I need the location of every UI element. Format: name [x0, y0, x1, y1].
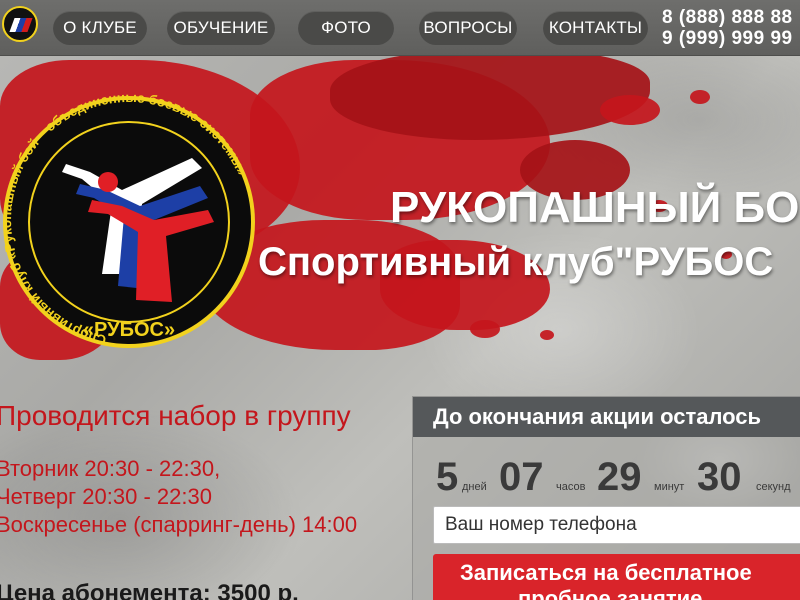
phone-number-2[interactable]: 9 (999) 999 99 — [662, 28, 793, 49]
hero-subtitle: Спортивный клуб"РУБОС — [258, 240, 774, 284]
nav-about[interactable]: О КЛУБЕ — [53, 11, 147, 45]
emblem-name: «РУБОС» — [83, 319, 175, 341]
schedule-line: Вторник 20:30 - 22:30, — [0, 456, 221, 481]
phone-numbers: 8 (888) 888 88 9 (999) 999 99 — [662, 7, 793, 49]
countdown-seconds: 30 — [697, 455, 742, 499]
promo-header: До окончания акции осталось — [413, 397, 800, 437]
cta-label-line2: пробное занятие — [518, 586, 703, 600]
subscription-price: Цена абонемента: 3500 р. — [0, 580, 299, 600]
hero-title: РУКОПАШНЫЙ БОЙ — [390, 183, 800, 232]
phone-number-1[interactable]: 8 (888) 888 88 — [662, 7, 793, 28]
club-logo-icon[interactable] — [2, 6, 38, 42]
phone-input[interactable] — [433, 506, 800, 544]
countdown-hours-label: часов — [556, 481, 586, 493]
countdown-days: 5 — [436, 455, 459, 499]
nav-contacts[interactable]: КОНТАКТЫ — [543, 11, 648, 45]
top-header: О КЛУБЕ ОБУЧЕНИЕ ФОТО ВОПРОСЫ КОНТАКТЫ 8… — [0, 0, 800, 56]
cta-label-line1: Записаться на бесплатное — [460, 560, 752, 585]
club-emblem-icon: Спортивный клуб «Рукопашный бой – объеди… — [2, 90, 255, 348]
countdown-days-label: дней — [462, 481, 487, 493]
signup-trial-button[interactable]: Записаться на бесплатное пробное занятие — [433, 554, 800, 600]
nav-photo[interactable]: ФОТО — [298, 11, 394, 45]
countdown-minutes-label: минут — [654, 481, 685, 493]
countdown-minutes: 29 — [597, 455, 642, 499]
countdown-seconds-label: секунд — [756, 481, 791, 493]
schedule-line: Воскресенье (спарринг-день) 14:00 — [0, 512, 358, 537]
countdown-hours: 07 — [499, 455, 544, 499]
nav-faq[interactable]: ВОПРОСЫ — [419, 11, 517, 45]
nav-training[interactable]: ОБУЧЕНИЕ — [167, 11, 275, 45]
schedule-line: Четверг 20:30 - 22:30 — [0, 484, 212, 509]
recruitment-title: Проводится набор в группу — [0, 400, 351, 431]
